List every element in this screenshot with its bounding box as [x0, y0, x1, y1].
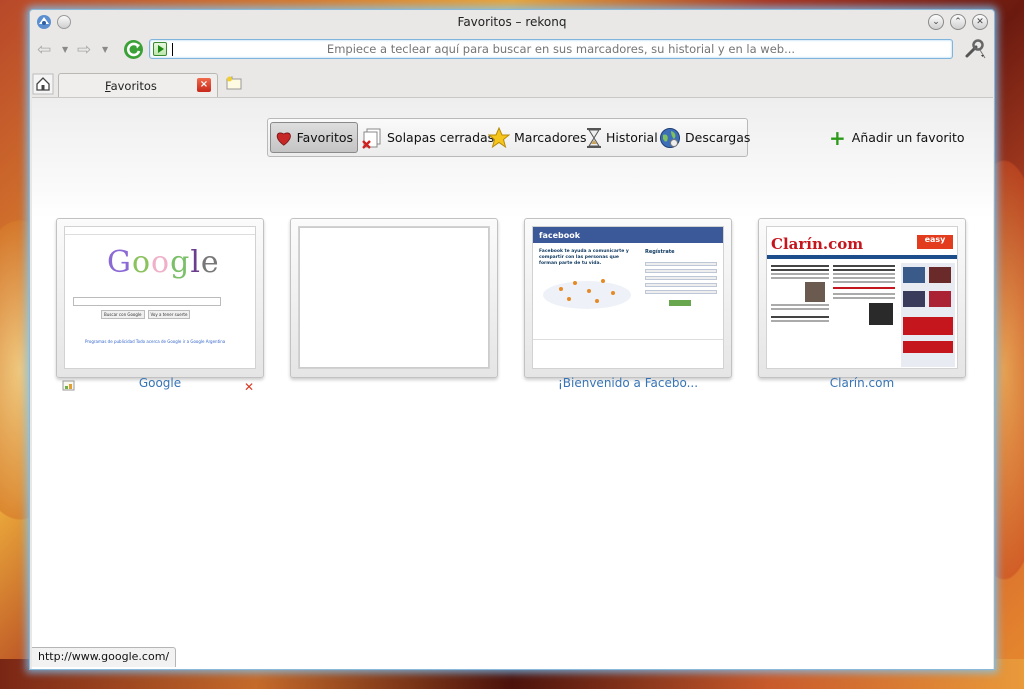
arrow-right-icon: ⇨ — [77, 40, 92, 60]
nav-solapas-cerradas[interactable]: Solapas cerradas — [361, 122, 494, 153]
clarin-ad: easy — [917, 235, 953, 249]
preview-header — [65, 227, 255, 235]
plus-icon: + — [829, 125, 846, 150]
google-lucky-btn: Voy a tener suerte — [147, 310, 191, 319]
new-tab-navigation: Favoritos Solapas cerradas Marcadores Hi… — [267, 118, 750, 157]
add-favorite-button[interactable]: + Añadir un favorito — [829, 125, 965, 150]
reload-button[interactable] — [123, 39, 144, 60]
window-title: Favoritos – rekonq — [457, 15, 567, 29]
clarin-column-2 — [833, 263, 895, 325]
favorite-title-google[interactable]: Google — [56, 376, 264, 390]
status-bar-url: http://www.google.com/ — [32, 647, 177, 667]
url-bar[interactable] — [149, 39, 953, 59]
heart-icon — [276, 132, 291, 146]
favorite-thumbnail-google[interactable]: Google Buscar con Google Voy a tener sue… — [56, 218, 264, 378]
nav-label: Solapas cerradas — [387, 130, 495, 145]
text-caret — [172, 43, 173, 56]
chevron-down-icon: ⌄ — [932, 17, 940, 27]
new-tab-page: Favoritos Solapas cerradas Marcadores Hi… — [32, 97, 993, 669]
nav-label: Descargas — [685, 130, 751, 145]
arrow-left-icon: ⇦ — [37, 40, 52, 60]
title-bar: Favoritos – rekonq ⌄ ⌃ ✕ — [30, 10, 994, 35]
facebook-tagline: Facebook te ayuda a comunicarte y compar… — [539, 249, 629, 266]
favorite-thumbnail-clarin[interactable]: Clarín.com easy — [758, 218, 966, 378]
tab-label: Favoritos — [105, 79, 157, 93]
nav-favoritos[interactable]: Favoritos — [270, 122, 358, 153]
nav-descargas[interactable]: Descargas — [659, 122, 750, 153]
globe-download-icon — [660, 127, 680, 148]
reload-preview-icon[interactable] — [62, 380, 76, 392]
hourglass-icon — [587, 127, 601, 148]
minimize-button[interactable]: ⌄ — [928, 14, 944, 30]
facebook-logo: facebook — [533, 227, 723, 243]
new-tab-icon[interactable] — [226, 76, 242, 90]
google-search-btn: Buscar con Google — [101, 310, 145, 319]
empty-preview — [298, 226, 490, 369]
go-icon[interactable] — [153, 42, 167, 56]
google-preview: Google Buscar con Google Voy a tener sue… — [64, 226, 256, 369]
google-buttons: Buscar con Google Voy a tener suerte — [101, 310, 191, 319]
url-input[interactable] — [176, 40, 946, 58]
favorite-thumbnail-facebook[interactable]: facebook Facebook te ayuda a comunicarte… — [524, 218, 732, 378]
browser-window: Favoritos – rekonq ⌄ ⌃ ✕ ⇦ ▼ ⇨ ▼ Empiece… — [29, 9, 995, 670]
star-icon — [488, 127, 510, 148]
close-tab-button[interactable]: × — [197, 78, 211, 92]
google-search-box — [73, 297, 221, 306]
nav-historial[interactable]: Historial — [586, 122, 658, 153]
nav-marcadores[interactable]: Marcadores — [488, 122, 587, 153]
favorite-thumbnail-empty[interactable] — [290, 218, 498, 378]
favorite-title-facebook[interactable]: ¡Bienvenido a Facebo... — [524, 376, 732, 390]
add-favorite-label: Añadir un favorito — [851, 130, 965, 145]
back-button[interactable]: ⇦ — [37, 40, 51, 60]
facebook-signup-heading: Regístrate — [645, 249, 675, 255]
google-links: Programas de publicidad Todo acerca de G… — [85, 339, 226, 344]
facebook-preview: facebook Facebook te ayuda a comunicarte… — [532, 226, 724, 369]
maximize-button[interactable]: ⌃ — [950, 14, 966, 30]
wrench-menu-icon[interactable] — [963, 38, 987, 60]
home-icon[interactable] — [32, 73, 54, 95]
clarin-preview: Clarín.com easy — [766, 226, 958, 369]
facebook-map-graphic — [543, 279, 631, 309]
close-icon: × — [199, 79, 209, 90]
facebook-form — [645, 259, 717, 306]
nav-label: Historial — [606, 130, 658, 145]
nav-label: Marcadores — [514, 130, 587, 145]
favorite-title-clarin[interactable]: Clarín.com — [758, 376, 966, 390]
clarin-sidebar — [901, 263, 955, 367]
forward-button[interactable]: ⇨ — [77, 40, 91, 60]
clarin-column-1 — [771, 263, 829, 324]
navigation-toolbar: ⇦ ▼ ⇨ ▼ — [30, 36, 994, 64]
close-window-button[interactable]: ✕ — [972, 14, 988, 30]
tab-bar: Favoritos × — [30, 71, 994, 97]
chevron-up-icon: ⌃ — [954, 17, 962, 27]
forward-history-dropdown[interactable]: ▼ — [102, 45, 108, 54]
clarin-logo: Clarín.com — [771, 235, 864, 253]
remove-favorite-icon[interactable]: ✕ — [244, 380, 254, 394]
google-logo: Google — [107, 245, 220, 280]
close-icon: ✕ — [976, 17, 984, 27]
tab-favoritos[interactable]: Favoritos × — [58, 73, 218, 97]
closed-tabs-icon — [362, 128, 381, 149]
back-history-dropdown[interactable]: ▼ — [62, 45, 68, 54]
nav-label: Favoritos — [296, 130, 353, 145]
